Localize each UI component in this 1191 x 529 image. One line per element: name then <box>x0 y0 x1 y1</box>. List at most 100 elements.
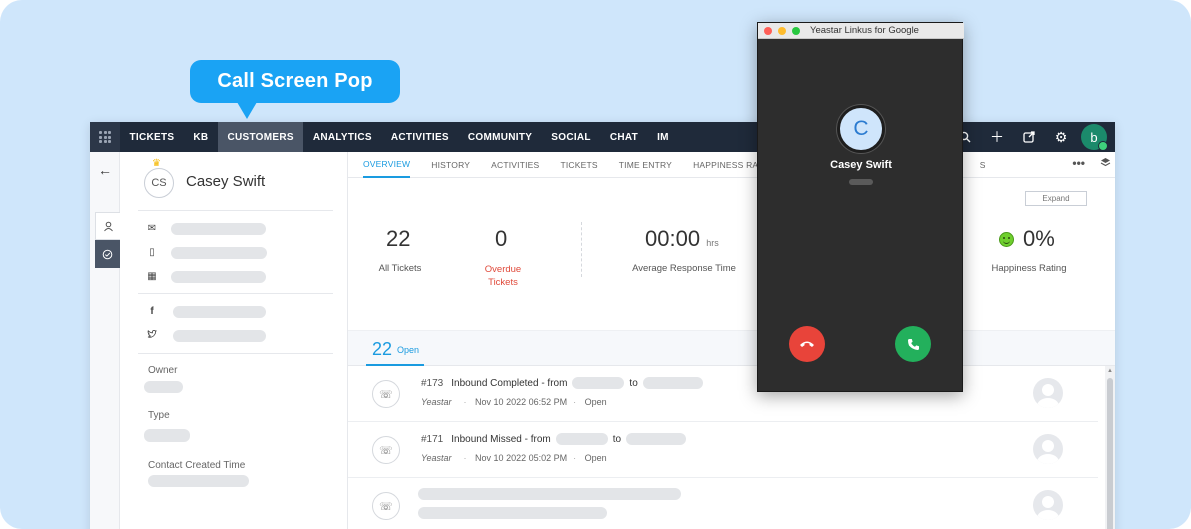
assignee-avatar <box>1033 434 1063 464</box>
contact-profile-tab[interactable] <box>95 212 120 240</box>
phone-icon <box>907 338 919 350</box>
stats-divider <box>581 222 582 277</box>
subtab-tickets[interactable]: TICKETS <box>560 152 597 178</box>
ticket-date: Nov 10 2022 05:02 PM <box>475 453 568 463</box>
nav-tab-kb[interactable]: KB <box>184 122 218 152</box>
popup-titlebar[interactable]: Yeastar Linkus for Google <box>758 23 964 39</box>
ticket-number: #171 <box>421 433 444 445</box>
customer-sidebar: ♛ CS Casey Swift ✉ ▯ ▦ f Owner Type Cont… <box>120 152 348 529</box>
callout-label: Call Screen Pop <box>217 70 373 92</box>
created-time-placeholder <box>148 475 249 487</box>
activity-tab[interactable] <box>95 240 120 268</box>
scroll-up-icon[interactable]: ▲ <box>1107 368 1113 374</box>
assignee-avatar <box>1033 378 1063 408</box>
owner-label: Owner <box>148 365 178 376</box>
overdue-count: 0 <box>495 226 508 251</box>
subtab-activities[interactable]: ACTIVITIES <box>491 152 539 178</box>
ticket-title[interactable]: #173 Inbound Completed - from to <box>421 377 708 389</box>
ticket-row[interactable]: ☏ <box>348 478 1098 529</box>
ticket-subject-b: to <box>612 433 622 445</box>
nav-tab-im[interactable]: IM <box>648 122 679 152</box>
share-icon[interactable] <box>1013 122 1045 152</box>
caller-avatar: C <box>837 105 885 153</box>
customer-subtabs: OVERVIEW HISTORY ACTIVITIES TICKETS TIME… <box>348 152 1115 178</box>
ticket-subject-a: Inbound Completed - from <box>451 377 568 389</box>
add-icon[interactable]: ＋ <box>981 122 1013 152</box>
caller-avatar-letter: C <box>853 117 869 140</box>
nav-tab-social[interactable]: SOCIAL <box>542 122 601 152</box>
ticket-meta: Yeastar · Nov 10 2022 06:52 PM · Open <box>421 397 607 407</box>
user-avatar[interactable]: b <box>1081 124 1108 151</box>
happiness-label: Happiness Rating <box>991 263 1067 274</box>
ticket-subject-a: Inbound Missed - from <box>451 433 551 445</box>
nav-tab-tickets[interactable]: TICKETS <box>120 122 184 152</box>
from-number-placeholder <box>572 377 625 389</box>
back-arrow-icon[interactable]: ← <box>90 162 120 178</box>
overdue-label-line2: Tickets <box>488 277 518 288</box>
owner-placeholder <box>144 381 183 393</box>
gear-icon[interactable]: ⚙ <box>1045 122 1077 152</box>
to-number-placeholder <box>642 377 703 389</box>
ticket-row[interactable]: ☏ #171 Inbound Missed - from to Yeastar ·… <box>348 422 1098 478</box>
response-time-number: 00:00 <box>645 226 701 251</box>
all-tickets-label: All Tickets <box>378 263 422 274</box>
nav-tab-customers[interactable]: CUSTOMERS <box>217 122 304 152</box>
minimize-window-button[interactable] <box>778 27 786 35</box>
nav-tab-analytics[interactable]: ANALYTICS <box>303 122 381 152</box>
type-label: Type <box>148 410 170 421</box>
response-time-label: Average Response Time <box>632 263 736 274</box>
ticket-status: Open <box>584 453 607 463</box>
subtab-time-entry[interactable]: TIME ENTRY <box>619 152 672 178</box>
app-launcher-button[interactable] <box>90 122 120 152</box>
from-number-placeholder <box>555 433 608 445</box>
hang-up-icon <box>800 341 814 347</box>
decline-call-button[interactable] <box>789 326 825 362</box>
to-number-placeholder <box>626 433 687 445</box>
mobile-placeholder <box>171 247 267 259</box>
open-label: Open <box>397 345 420 355</box>
background-frame: Call Screen Pop TICKETS KB CUSTOMERS ANA… <box>0 0 1191 529</box>
answer-call-button[interactable] <box>895 326 931 362</box>
phone-call-icon: ☏ <box>372 380 400 408</box>
check-circle-icon <box>102 249 113 259</box>
more-options-icon[interactable]: ••• <box>1072 156 1085 170</box>
user-avatar-letter: b <box>1090 129 1098 145</box>
close-window-button[interactable] <box>764 27 772 35</box>
nav-tab-community[interactable]: COMMUNITY <box>458 122 541 152</box>
response-time-value: 00:00 hrs <box>645 226 719 252</box>
scroll-thumb[interactable] <box>1107 378 1113 529</box>
ticket-meta-placeholder <box>418 507 607 519</box>
nav-tab-activities[interactable]: ACTIVITIES <box>381 122 458 152</box>
account-placeholder <box>171 271 266 283</box>
ticket-title[interactable]: #171 Inbound Missed - from to <box>421 433 691 445</box>
overdue-label-line1: Overdue <box>484 264 522 275</box>
open-count: 22 <box>372 339 393 359</box>
nav-right-tools: ＋ ⚙ b <box>949 122 1115 152</box>
ticket-list-scrollbar[interactable]: ▲ <box>1105 366 1115 529</box>
ticket-meta: Yeastar · Nov 10 2022 05:02 PM · Open <box>421 453 607 463</box>
divider <box>138 210 333 211</box>
layers-icon[interactable] <box>1100 157 1111 171</box>
call-screen-pop-callout: Call Screen Pop <box>190 60 400 119</box>
incoming-call-popup: Yeastar Linkus for Google C Casey Swift <box>757 22 964 392</box>
created-time-label: Contact Created Time <box>148 460 246 471</box>
customer-initials: CS <box>151 177 167 189</box>
ticket-status: Open <box>584 397 607 407</box>
twitter-icon <box>145 329 159 342</box>
subtab-overview[interactable]: OVERVIEW <box>363 152 411 178</box>
subtab-history[interactable]: HISTORY <box>431 152 470 178</box>
subtab-truncated[interactable]: S <box>980 152 986 178</box>
ticket-row[interactable]: ☏ #173 Inbound Completed - from to Yeast… <box>348 366 1098 422</box>
happiness-value: 0% <box>1023 226 1055 251</box>
all-tickets-count: 22 <box>386 226 411 251</box>
expand-button[interactable]: Expand <box>1025 191 1087 206</box>
nav-tab-chat[interactable]: CHAT <box>600 122 647 152</box>
email-placeholder <box>171 223 266 235</box>
open-tickets-bar[interactable]: 22 Open <box>348 330 1115 366</box>
customer-main-panel: OVERVIEW HISTORY ACTIVITIES TICKETS TIME… <box>348 152 1115 529</box>
person-icon <box>103 221 113 231</box>
ticket-date: Nov 10 2022 06:52 PM <box>475 397 568 407</box>
mail-icon: ✉ <box>147 223 157 234</box>
zoom-window-button[interactable] <box>792 27 800 35</box>
divider <box>138 353 333 354</box>
